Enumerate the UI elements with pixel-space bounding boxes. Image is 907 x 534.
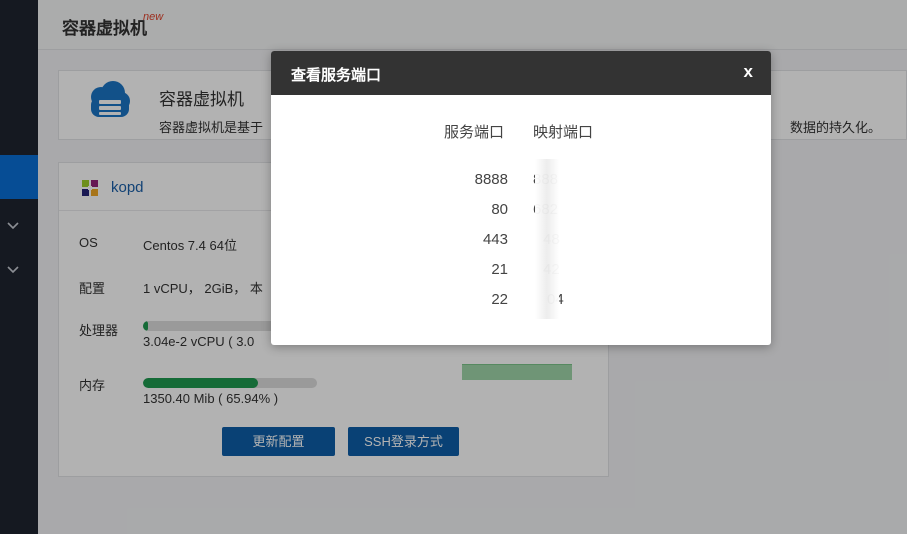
modal-header: 查看服务端口 x: [271, 51, 771, 95]
mapped-port-header: 映射端口: [533, 124, 594, 141]
service-port-header: 服务端口: [444, 124, 505, 141]
redaction-blur: [535, 159, 559, 319]
service-port-cell: 443: [482, 231, 508, 248]
service-port-cell: 8888: [474, 171, 508, 188]
service-ports-modal: 查看服务端口 x 服务端口 映射端口 8888 888 80 682 443 4…: [271, 51, 771, 345]
service-port-cell: 21: [491, 261, 508, 278]
service-port-cell: 22: [491, 291, 508, 308]
modal-title: 查看服务端口: [291, 67, 382, 84]
service-port-cell: 80: [491, 201, 508, 218]
close-icon[interactable]: x: [744, 62, 753, 82]
